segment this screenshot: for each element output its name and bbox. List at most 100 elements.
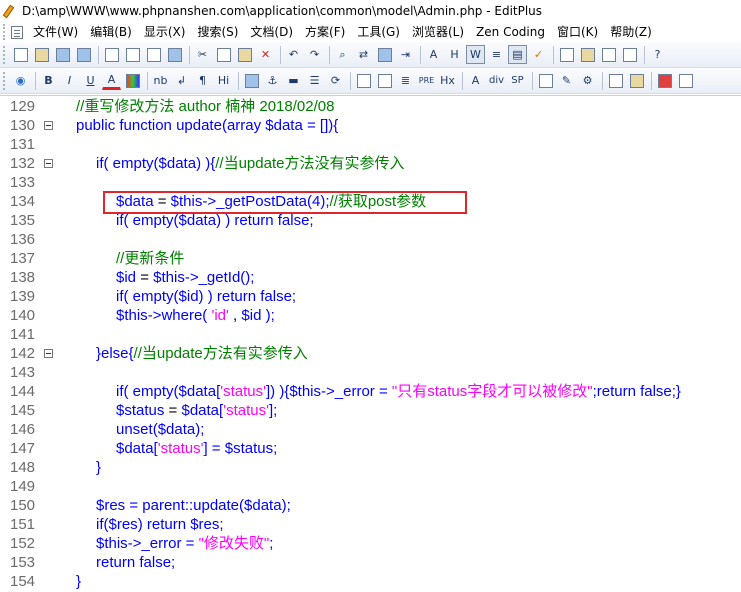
find-in-files-icon[interactable] xyxy=(375,45,394,64)
cut-icon[interactable]: ✂ xyxy=(193,45,212,64)
browser-globe-icon[interactable]: ◉ xyxy=(11,71,30,90)
refresh-icon[interactable]: ⟳ xyxy=(326,71,345,90)
menu-zen-coding[interactable]: Zen Coding xyxy=(472,23,549,41)
print-preview-icon[interactable] xyxy=(123,45,142,64)
options-icon[interactable] xyxy=(165,45,184,64)
image-icon[interactable] xyxy=(242,71,261,90)
paste-icon[interactable] xyxy=(235,45,254,64)
line-number-icon[interactable]: ≡ xyxy=(487,45,506,64)
menu-help[interactable]: 帮助(Z) xyxy=(606,23,656,41)
table-icon[interactable] xyxy=(354,71,373,90)
save-all-icon[interactable] xyxy=(74,45,93,64)
hr-icon[interactable]: ▬ xyxy=(284,71,303,90)
new-file-icon[interactable] xyxy=(11,45,30,64)
toolbar-grip[interactable] xyxy=(3,71,7,90)
code-line[interactable]: 145 $status = $data['status']; xyxy=(0,401,741,420)
code-line[interactable]: 153 return false; xyxy=(0,553,741,572)
code-line[interactable]: 137 //更新条件 xyxy=(0,249,741,268)
heading-button[interactable]: Hx xyxy=(438,71,457,90)
spellcheck-icon[interactable] xyxy=(144,45,163,64)
menu-window[interactable]: 窗口(K) xyxy=(553,23,602,41)
goto-icon[interactable]: ⇥ xyxy=(396,45,415,64)
anchor-icon[interactable]: ⚓ xyxy=(263,71,282,90)
undo-icon[interactable]: ↶ xyxy=(284,45,303,64)
fold-toggle-icon[interactable] xyxy=(44,121,53,130)
code-line[interactable]: 133 xyxy=(0,173,741,192)
paragraph-button[interactable]: ¶ xyxy=(193,71,212,90)
fold-toggle-icon[interactable] xyxy=(44,349,53,358)
code-line[interactable]: 149 xyxy=(0,477,741,496)
window-icon[interactable] xyxy=(676,71,695,90)
menu-project[interactable]: 方案(F) xyxy=(301,23,349,41)
font-tag-button[interactable]: A xyxy=(466,71,485,90)
menu-document[interactable]: 文档(D) xyxy=(246,23,297,41)
cliptext-icon[interactable] xyxy=(557,45,576,64)
color-picker-icon[interactable] xyxy=(123,71,142,90)
preview-icon[interactable] xyxy=(606,71,625,90)
code-line[interactable]: 150 $res = parent::update($data); xyxy=(0,496,741,515)
code-line[interactable]: 131 xyxy=(0,135,741,154)
line-break-button[interactable]: ↲ xyxy=(172,71,191,90)
font-color-icon[interactable]: A xyxy=(102,71,121,90)
output-window-icon[interactable] xyxy=(599,45,618,64)
underline-button[interactable]: U xyxy=(81,71,100,90)
code-line[interactable]: 144 if( empty($data['status']) ){$this->_… xyxy=(0,382,741,401)
code-line[interactable]: 138 $id = $this->_getId(); xyxy=(0,268,741,287)
copy-icon[interactable] xyxy=(214,45,233,64)
nbsp-button[interactable]: nb xyxy=(151,71,170,90)
highlight-button[interactable]: Hi xyxy=(214,71,233,90)
pre-button[interactable]: PRE xyxy=(417,71,436,90)
italic-button[interactable]: I xyxy=(60,71,79,90)
form-icon[interactable] xyxy=(375,71,394,90)
word-wrap-icon[interactable]: W xyxy=(466,45,485,64)
ruler-icon[interactable]: ▤ xyxy=(508,45,527,64)
fullscreen-icon[interactable] xyxy=(620,45,639,64)
code-line[interactable]: 132 if( empty($data) ){//当update方法没有实参传入 xyxy=(0,154,741,173)
code-line[interactable]: 151 if($res) return $res; xyxy=(0,515,741,534)
settings-icon[interactable] xyxy=(627,71,646,90)
directory-icon[interactable] xyxy=(578,45,597,64)
print-icon[interactable] xyxy=(102,45,121,64)
replace-icon[interactable]: ⇄ xyxy=(354,45,373,64)
bold-button[interactable]: B xyxy=(39,71,58,90)
list-icon[interactable]: ☰ xyxy=(305,71,324,90)
menu-edit[interactable]: 编辑(B) xyxy=(86,23,136,41)
fold-toggle-icon[interactable] xyxy=(44,159,53,168)
help-icon[interactable]: ? xyxy=(648,45,667,64)
code-line[interactable]: 140 $this->where( 'id' , $id ); xyxy=(0,306,741,325)
check-icon[interactable]: ✓ xyxy=(529,45,548,64)
menu-tools[interactable]: 工具(G) xyxy=(353,23,404,41)
color-tool-icon[interactable] xyxy=(655,71,674,90)
menu-grip[interactable] xyxy=(3,24,9,40)
code-line[interactable]: 152 $this->_error = "修改失败"; xyxy=(0,534,741,553)
menu-view[interactable]: 显示(X) xyxy=(140,23,190,41)
menu-browser[interactable]: 浏览器(L) xyxy=(408,23,468,41)
font-icon[interactable]: A xyxy=(424,45,443,64)
code-line[interactable]: 154} xyxy=(0,572,741,591)
code-line[interactable]: 130 public function update(array $data = … xyxy=(0,116,741,135)
toolbar-grip[interactable] xyxy=(3,45,7,64)
delete-icon[interactable]: ✕ xyxy=(256,45,275,64)
code-line[interactable]: 139 if( empty($id) ) return false; xyxy=(0,287,741,306)
brush-icon[interactable]: ✎ xyxy=(557,71,576,90)
tools-icon[interactable]: ⚙ xyxy=(578,71,597,90)
code-line[interactable]: 146 unset($data); xyxy=(0,420,741,439)
find-icon[interactable]: ⌕ xyxy=(333,45,352,64)
code-line[interactable]: 148} xyxy=(0,458,741,477)
document-menu-icon[interactable] xyxy=(11,25,23,39)
header-icon[interactable]: H xyxy=(445,45,464,64)
code-line[interactable]: 141 xyxy=(0,325,741,344)
save-icon[interactable] xyxy=(53,45,72,64)
code-line[interactable]: 136 xyxy=(0,230,741,249)
open-folder-icon[interactable] xyxy=(32,45,51,64)
div-button[interactable]: div xyxy=(487,71,506,90)
menu-file[interactable]: 文件(W) xyxy=(29,23,82,41)
code-editor[interactable]: 129 //重写修改方法 author 楠神 2018/02/08 130 publi… xyxy=(0,95,741,592)
menu-search[interactable]: 搜索(S) xyxy=(193,23,242,41)
edit-icon[interactable] xyxy=(536,71,555,90)
span-button[interactable]: SP xyxy=(508,71,527,90)
code-line[interactable]: 142}else{//当update方法有实参传入 xyxy=(0,344,741,363)
code-line[interactable]: 143 xyxy=(0,363,741,382)
redo-icon[interactable]: ↷ xyxy=(305,45,324,64)
center-icon[interactable]: ≣ xyxy=(396,71,415,90)
